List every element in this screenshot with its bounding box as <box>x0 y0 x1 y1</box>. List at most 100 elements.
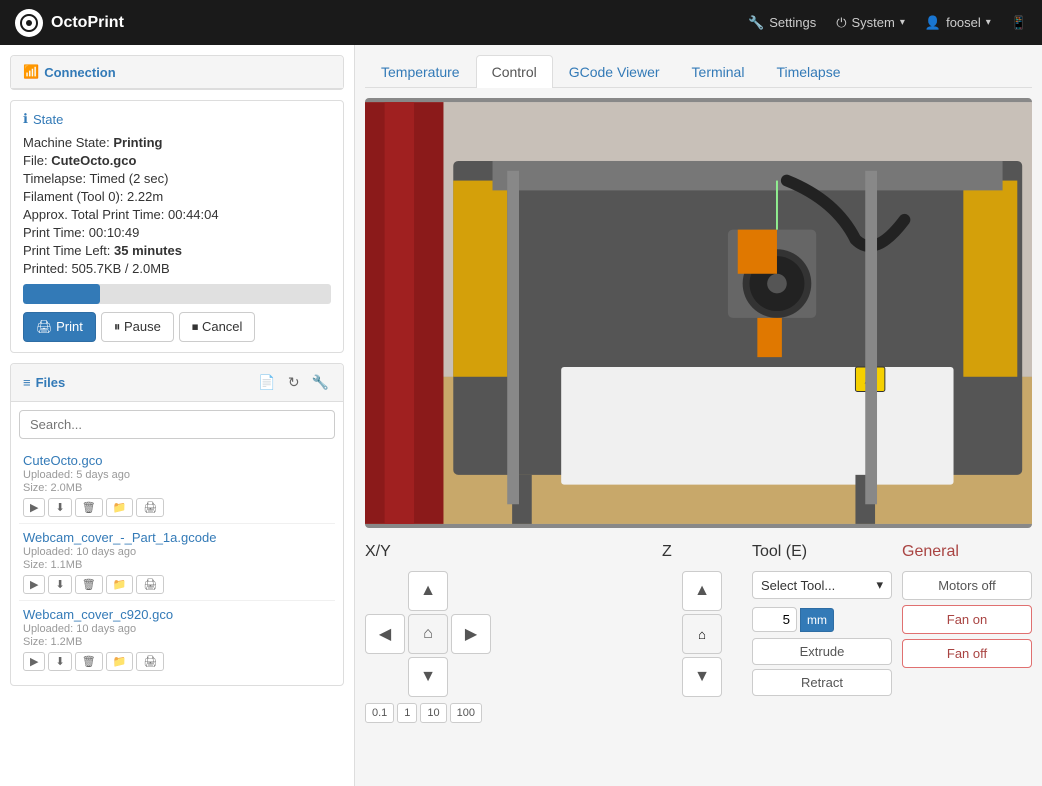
refresh-button[interactable]: ↻ <box>286 372 302 393</box>
content-area: Temperature Control GCode Viewer Termina… <box>355 45 1042 786</box>
user-icon: 👤 <box>925 15 941 31</box>
step-1-button[interactable]: 1 <box>397 703 417 723</box>
upload-button[interactable]: 📄 <box>256 372 277 393</box>
user-link[interactable]: 👤 foosel ▾ <box>925 15 991 31</box>
file-size: Size: 1.2MB <box>23 636 331 648</box>
tool-control: Tool (E) Select Tool... ▾ mm Extrude Ret… <box>752 543 892 723</box>
file-size: Size: 2.0MB <box>23 482 331 494</box>
file-print-button[interactable]: 🖨 <box>136 575 164 594</box>
step-01-button[interactable]: 0.1 <box>365 703 394 723</box>
file-name[interactable]: Webcam_cover_-_Part_1a.gcode <box>23 530 331 545</box>
xy-step-sizes: 0.1 1 10 100 <box>365 703 652 723</box>
fan-off-button[interactable]: Fan off <box>902 639 1032 668</box>
tab-terminal[interactable]: Terminal <box>676 55 761 88</box>
tool-select-wrapper: Select Tool... ▾ <box>752 571 892 599</box>
file-delete-button[interactable]: 🗑 <box>75 498 103 517</box>
file-uploaded: Uploaded: 10 days ago <box>23 546 331 558</box>
file-move-button[interactable]: 📁 <box>106 575 134 594</box>
tab-temperature[interactable]: Temperature <box>365 55 476 88</box>
progress-bar-container <box>23 284 331 304</box>
motors-off-button[interactable]: Motors off <box>902 571 1032 600</box>
file-move-button[interactable]: 📁 <box>106 498 134 517</box>
z-home-button[interactable]: ⌂ <box>682 614 722 654</box>
file-action-group: ▶ ⬇ 🗑 📁 🖨 <box>23 652 331 671</box>
file-print-button[interactable]: 🖨 <box>136 498 164 517</box>
pause-button[interactable]: ⏸ Pause <box>101 312 174 342</box>
empty-cell <box>365 571 405 611</box>
file-print-button[interactable]: 🖨 <box>136 652 164 671</box>
app-logo <box>15 9 43 37</box>
step-10-button[interactable]: 10 <box>420 703 446 723</box>
chevron-down-icon: ▾ <box>900 17 905 28</box>
search-box <box>19 410 335 439</box>
print-button[interactable]: 🖨 Print <box>23 312 96 342</box>
settings-link[interactable]: 🔧 Settings <box>748 15 816 31</box>
file-download-button[interactable]: ⬇ <box>48 652 71 671</box>
y-plus-button[interactable]: ▲ <box>408 571 448 611</box>
file-download-button[interactable]: ⬇ <box>48 498 71 517</box>
file-download-button[interactable]: ⬇ <box>48 575 71 594</box>
z-minus-button[interactable]: ▼ <box>682 657 722 697</box>
tool-label: Tool (E) <box>752 543 892 561</box>
file-move-button[interactable]: 📁 <box>106 652 134 671</box>
file-delete-button[interactable]: 🗑 <box>75 652 103 671</box>
extrude-input-row: mm <box>752 607 892 632</box>
mm-unit-label: mm <box>800 608 834 632</box>
files-panel: ≡ Files 📄 ↻ 🔧 CuteOcto.gco Uploaded: 5 d… <box>10 363 344 686</box>
x-minus-button[interactable]: ◀ <box>365 614 405 654</box>
files-title: ≡ Files <box>23 375 65 390</box>
extrude-mm-input[interactable] <box>752 607 797 632</box>
app-brand: OctoPrint <box>15 9 124 37</box>
z-jog-grid: ▲ ⌂ ▼ <box>662 571 742 697</box>
extrude-button[interactable]: Extrude <box>752 638 892 665</box>
file-action-group: ▶ ⬇ 🗑 📁 🖨 <box>23 498 331 517</box>
x-plus-button[interactable]: ▶ <box>451 614 491 654</box>
files-actions: 📄 ↻ 🔧 <box>256 372 331 393</box>
file-load-button[interactable]: ▶ <box>23 498 45 517</box>
empty-cell <box>365 657 405 697</box>
file-load-button[interactable]: ▶ <box>23 575 45 594</box>
timelapse-row: Timelapse: Timed (2 sec) <box>23 171 331 186</box>
xy-home-button[interactable]: ⌂ <box>408 614 448 654</box>
step-100-button[interactable]: 100 <box>450 703 482 723</box>
file-action-group: ▶ ⬇ 🗑 📁 🖨 <box>23 575 331 594</box>
y-minus-button[interactable]: ▼ <box>408 657 448 697</box>
mobile-link[interactable]: 📱 <box>1011 15 1027 31</box>
state-body: ℹ State Machine State: Printing File: Cu… <box>11 101 343 352</box>
file-name[interactable]: Webcam_cover_c920.gco <box>23 607 331 622</box>
z-label: Z <box>662 543 742 561</box>
file-delete-button[interactable]: 🗑 <box>75 575 103 594</box>
filament-row: Filament (Tool 0): 2.22m <box>23 189 331 204</box>
tab-control[interactable]: Control <box>476 55 553 88</box>
app-name: OctoPrint <box>51 14 124 32</box>
search-input[interactable] <box>19 410 335 439</box>
mobile-icon: 📱 <box>1011 15 1027 31</box>
general-control: General Motors off Fan on Fan off <box>902 543 1032 723</box>
general-label: General <box>902 543 1032 561</box>
files-header: ≡ Files 📄 ↻ 🔧 <box>11 364 343 402</box>
tab-bar: Temperature Control GCode Viewer Termina… <box>365 55 1032 88</box>
settings-icon: 🔧 <box>748 15 764 31</box>
file-uploaded: Uploaded: 5 days ago <box>23 469 331 481</box>
state-panel: ℹ State Machine State: Printing File: Cu… <box>10 100 344 353</box>
connection-heading[interactable]: 📶 Connection <box>11 56 343 89</box>
fan-on-button[interactable]: Fan on <box>902 605 1032 634</box>
tab-timelapse[interactable]: Timelapse <box>760 55 856 88</box>
file-load-button[interactable]: ▶ <box>23 652 45 671</box>
list-icon: ≡ <box>23 375 31 390</box>
tab-gcode[interactable]: GCode Viewer <box>553 55 676 88</box>
list-item: Webcam_cover_-_Part_1a.gcode Uploaded: 1… <box>19 524 335 601</box>
tool-select-dropdown[interactable]: Select Tool... ▾ <box>752 571 892 599</box>
machine-state-row: Machine State: Printing <box>23 135 331 150</box>
retract-button[interactable]: Retract <box>752 669 892 696</box>
cancel-button[interactable]: ⏹ Cancel <box>179 312 256 342</box>
z-plus-button[interactable]: ▲ <box>682 571 722 611</box>
list-item: CuteOcto.gco Uploaded: 5 days ago Size: … <box>19 447 335 524</box>
system-link[interactable]: ⏻ System ▾ <box>836 15 905 31</box>
power-icon: ⏻ <box>836 15 846 31</box>
wrench-button[interactable]: 🔧 <box>310 372 331 393</box>
xy-control: X/Y ▲ ◀ ⌂ ▶ ▼ 0.1 1 10 100 <box>365 543 652 723</box>
total-time-row: Approx. Total Print Time: 00:44:04 <box>23 207 331 222</box>
controls-section: X/Y ▲ ◀ ⌂ ▶ ▼ 0.1 1 10 100 <box>365 543 1032 723</box>
file-name[interactable]: CuteOcto.gco <box>23 453 331 468</box>
